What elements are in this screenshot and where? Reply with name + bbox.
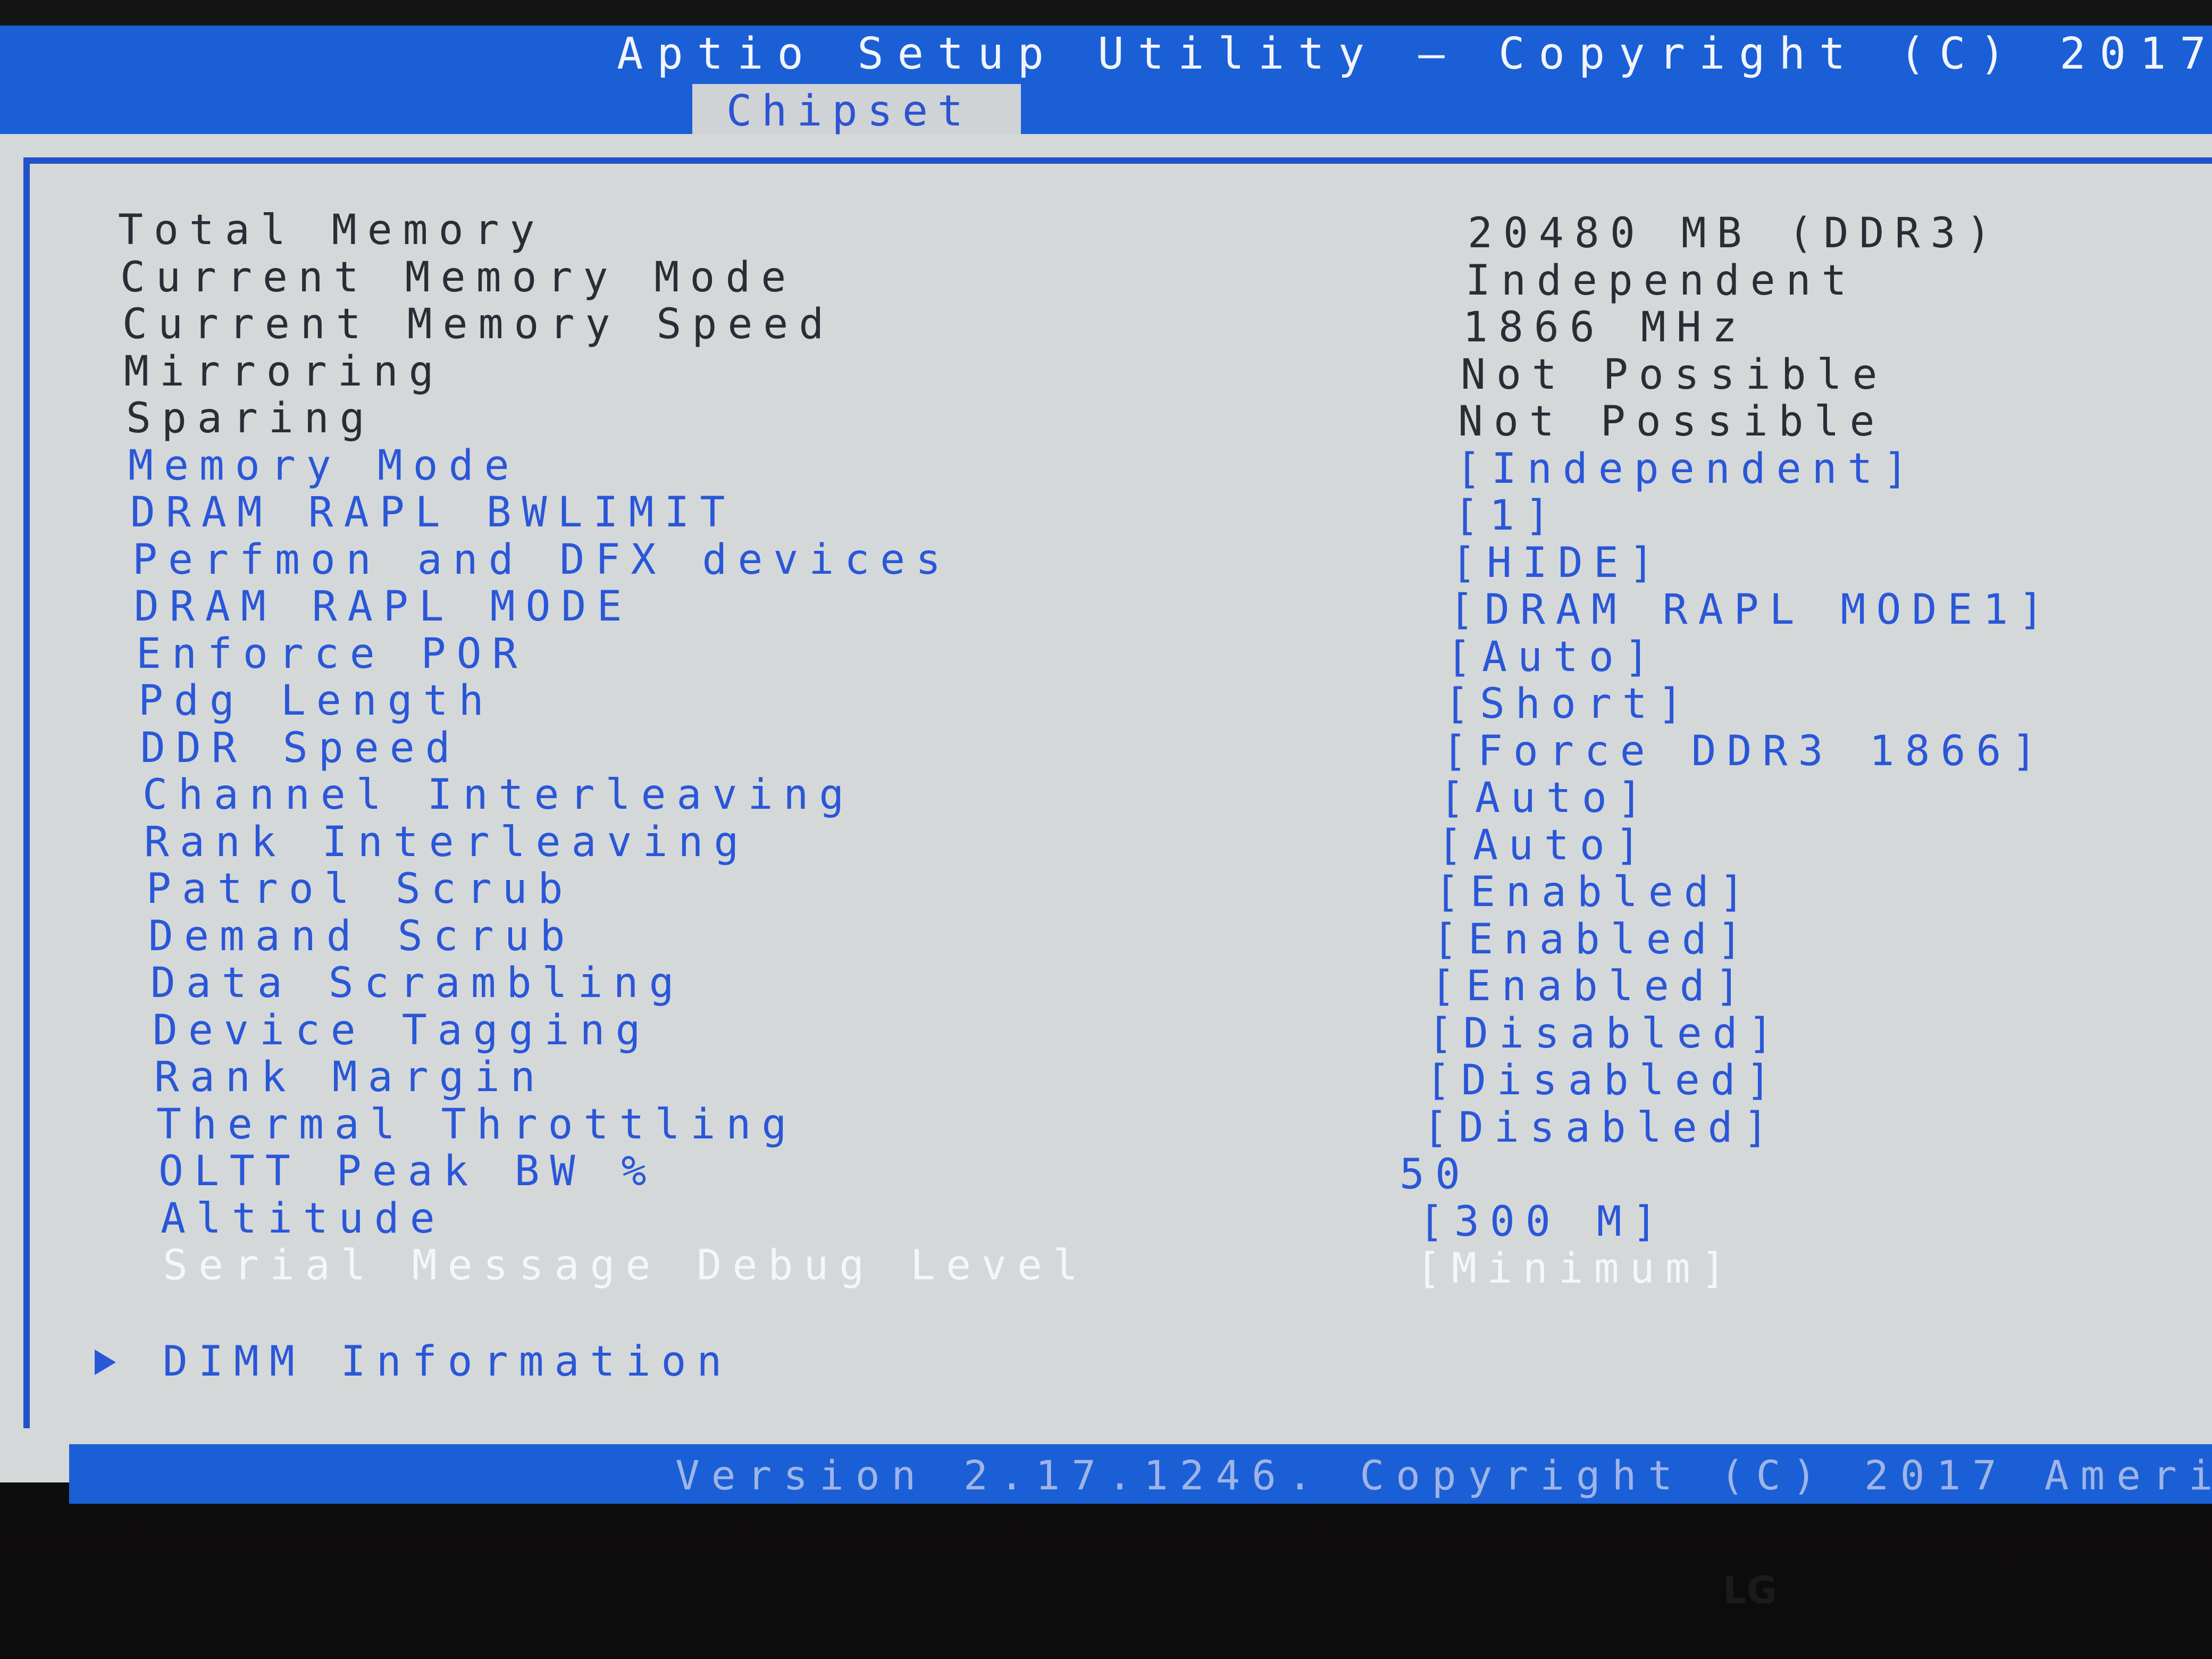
bios-screen: Aptio Setup Utility – Copyright (C) 2017… (0, 26, 2212, 1504)
footer-bar: Version 2.17.1246. Copyright (C) 2017 Am… (69, 1444, 2212, 1504)
setting-label-dram-rapl-bwlimit[interactable]: DRAM RAPL BWLIMIT (130, 489, 735, 537)
setting-value-memory-mode[interactable]: [Independent] (1456, 445, 1918, 493)
setting-value-dram-rapl-mode[interactable]: [DRAM RAPL MODE1] (1449, 586, 2054, 634)
setting-value-total-memory: 20480 MB (DDR3) (1468, 210, 2002, 257)
setting-value-data-scrambling[interactable]: [Enabled] (1430, 962, 1751, 1010)
setting-label-total-memory: Total Memory (118, 206, 546, 254)
setting-value-dram-rapl-bwlimit[interactable]: [1] (1454, 492, 1561, 540)
setting-label-data-scrambling[interactable]: Data Scrambling (150, 959, 684, 1007)
setting-label-enforce-por[interactable]: Enforce POR (136, 630, 528, 678)
setting-label-rank-interleaving[interactable]: Rank Interleaving (144, 818, 749, 866)
setting-label-memory-mode[interactable]: Memory Mode (128, 442, 520, 490)
setting-label-pdg-length[interactable]: Pdg Length (138, 677, 495, 725)
setting-value-rank-margin[interactable]: [Disabled] (1426, 1057, 1782, 1104)
setting-label-device-tagging[interactable]: Device Tagging (153, 1007, 651, 1054)
setting-value-pdg-length[interactable]: [Short] (1444, 680, 1694, 728)
version-copyright-text: Version 2.17.1246. Copyright (C) 2017 Am… (675, 1452, 2212, 1499)
setting-value-oltt-peak-bw[interactable]: 50 (1400, 1151, 1471, 1199)
setting-value-channel-interleaving[interactable]: [Auto] (1439, 774, 1653, 822)
dimm-information-submenu[interactable]: DIMM Information (163, 1338, 732, 1386)
setting-label-mirroring: Mirroring (124, 348, 445, 396)
setting-value-current-memory-mode: Independent (1465, 257, 1857, 305)
setting-value-enforce-por[interactable]: [Auto] (1446, 633, 1660, 681)
tab-chipset-label: Chipset (726, 86, 973, 136)
tab-chipset[interactable]: Chipset (692, 84, 1021, 136)
setting-label-dram-rapl-mode[interactable]: DRAM RAPL MODE (134, 583, 632, 631)
monitor-brand-logo: LG (1723, 1569, 1778, 1612)
setting-label-patrol-scrub[interactable]: Patrol Scrub (146, 865, 574, 913)
submenu-arrow-icon (95, 1350, 116, 1375)
setting-label-ddr-speed[interactable]: DDR Speed (140, 724, 461, 772)
utility-title: Aptio Setup Utility – Copyright (C) 2017… (617, 29, 2212, 79)
setting-label-sparing: Sparing (126, 395, 375, 442)
setting-label-current-memory-speed: Current Memory Speed (122, 300, 835, 348)
setting-label-thermal-throttling[interactable]: Thermal Throttling (156, 1101, 797, 1149)
setting-value-thermal-throttling[interactable]: [Disabled] (1423, 1104, 1779, 1152)
setting-label-demand-scrub[interactable]: Demand Scrub (148, 912, 576, 960)
setting-label-rank-margin[interactable]: Rank Margin (154, 1053, 546, 1101)
setting-value-serial-message-debug-level[interactable]: [Minimum] (1416, 1245, 1737, 1293)
setting-value-mirroring: Not Possible (1461, 351, 1888, 399)
setting-label-channel-interleaving[interactable]: Channel Interleaving (143, 771, 854, 819)
setting-value-sparing: Not Possible (1458, 398, 1886, 446)
setting-label-oltt-peak-bw[interactable]: OLTT Peak BW % (158, 1147, 657, 1195)
setting-label-perfmon-and-dfx-devices[interactable]: Perfmon and DFX devices (132, 536, 951, 584)
setting-value-ddr-speed[interactable]: [Force DDR3 1866] (1442, 727, 2047, 775)
setting-value-device-tagging[interactable]: [Disabled] (1428, 1010, 1784, 1058)
setting-label-current-memory-mode: Current Memory Mode (120, 254, 797, 301)
setting-value-altitude[interactable]: [300 M] (1419, 1198, 1668, 1246)
setting-value-current-memory-speed: 1866 MHz (1463, 304, 1748, 351)
setting-value-rank-interleaving[interactable]: [Auto] (1437, 822, 1651, 869)
setting-value-perfmon-and-dfx-devices[interactable]: [HIDE] (1451, 539, 1665, 587)
setting-label-altitude[interactable]: Altitude (161, 1195, 446, 1243)
setting-value-demand-scrub[interactable]: [Enabled] (1432, 916, 1753, 963)
setting-label-serial-message-debug-level[interactable]: Serial Message Debug Level (163, 1242, 1088, 1289)
setting-value-patrol-scrub[interactable]: [Enabled] (1435, 868, 1755, 916)
photo-frame: Aptio Setup Utility – Copyright (C) 2017… (0, 0, 2212, 1659)
title-bar: Aptio Setup Utility – Copyright (C) 2017… (0, 26, 2212, 136)
